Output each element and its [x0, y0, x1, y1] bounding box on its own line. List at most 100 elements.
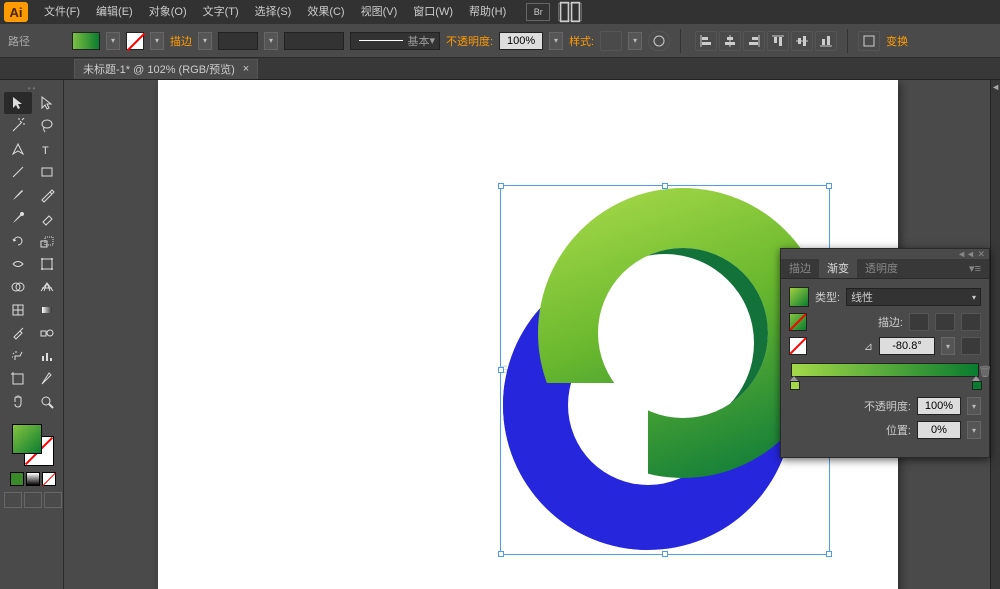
stroke-grad-btn-3[interactable] [961, 313, 981, 331]
gradient-fill-swatch[interactable] [789, 313, 807, 331]
menu-effect[interactable]: 效果(C) [299, 0, 352, 24]
arrange-docs-button[interactable] [558, 3, 582, 21]
zoom-tool[interactable] [33, 391, 61, 413]
mesh-tool[interactable] [4, 299, 32, 321]
angle-dd[interactable] [941, 337, 955, 355]
stroke-grad-btn-1[interactable] [909, 313, 929, 331]
gradient-none-swatch[interactable] [789, 337, 807, 355]
stroke-profile[interactable] [284, 32, 344, 50]
color-mode-none[interactable] [42, 472, 56, 486]
selection-tool[interactable] [4, 92, 32, 114]
delete-stop-icon[interactable]: 🗑 [978, 365, 992, 378]
menu-bar: Ai 文件(F) 编辑(E) 对象(O) 文字(T) 选择(S) 效果(C) 视… [0, 0, 1000, 24]
stop-opacity-input[interactable]: 100% [917, 397, 961, 415]
perspective-grid-tool[interactable] [33, 276, 61, 298]
gradient-tool[interactable] [33, 299, 61, 321]
menu-window[interactable]: 窗口(W) [405, 0, 461, 24]
gradient-ramp[interactable]: 🗑 [791, 363, 979, 377]
stop-opacity-dd[interactable] [967, 397, 981, 415]
align-right[interactable] [743, 31, 765, 51]
stroke-swatch-none[interactable] [126, 32, 144, 50]
isolate-button[interactable] [858, 31, 880, 51]
toolbox-grip[interactable]: •• [4, 84, 61, 92]
stroke-dropdown[interactable] [150, 32, 164, 50]
stroke-weight-step[interactable] [264, 32, 278, 50]
slice-tool[interactable] [33, 368, 61, 390]
stroke-grad-btn-2[interactable] [935, 313, 955, 331]
pencil-tool[interactable] [33, 184, 61, 206]
gradient-preview-swatch[interactable] [789, 287, 809, 307]
menu-object[interactable]: 对象(O) [141, 0, 195, 24]
width-tool[interactable] [4, 253, 32, 275]
stroke-weight-field[interactable] [218, 32, 258, 50]
color-mode-gradient[interactable] [26, 472, 40, 486]
fill-color-box[interactable] [12, 424, 42, 454]
panel-tab-transparency[interactable]: 透明度 [857, 259, 906, 278]
direct-selection-tool[interactable] [33, 92, 61, 114]
panel-tab-stroke[interactable]: 描边 [781, 259, 819, 278]
right-dock[interactable] [990, 80, 1000, 589]
rotate-tool[interactable] [4, 230, 32, 252]
menu-view[interactable]: 视图(V) [353, 0, 406, 24]
fill-swatch[interactable] [72, 32, 100, 50]
toolbox: •• T [2, 80, 64, 589]
menu-type[interactable]: 文字(T) [195, 0, 247, 24]
pen-tool[interactable] [4, 138, 32, 160]
column-graph-tool[interactable] [33, 345, 61, 367]
align-hcenter[interactable] [719, 31, 741, 51]
stop-location-dd[interactable] [967, 421, 981, 439]
eyedropper-tool[interactable] [4, 322, 32, 344]
right-dock-expand-icon[interactable]: ◄ [991, 82, 1000, 92]
close-tab-icon[interactable]: × [243, 63, 249, 75]
align-left[interactable] [695, 31, 717, 51]
document-title: 未标题-1* @ 102% (RGB/预览) [83, 61, 235, 77]
blob-brush-tool[interactable] [4, 207, 32, 229]
gradient-angle-input[interactable]: -80.8° [879, 337, 935, 355]
eraser-tool[interactable] [33, 207, 61, 229]
menu-file[interactable]: 文件(F) [36, 0, 88, 24]
gradient-stop-left[interactable] [790, 376, 798, 388]
style-dd[interactable] [628, 32, 642, 50]
fill-stroke-control[interactable] [12, 424, 54, 466]
document-tab[interactable]: 未标题-1* @ 102% (RGB/预览) × [74, 59, 258, 79]
line-tool[interactable] [4, 161, 32, 183]
align-bottom[interactable] [815, 31, 837, 51]
shape-builder-tool[interactable] [4, 276, 32, 298]
bridge-button[interactable]: Br [526, 3, 550, 21]
stroke-weight-dd[interactable] [198, 32, 212, 50]
aspect-lock[interactable] [961, 337, 981, 355]
menu-select[interactable]: 选择(S) [247, 0, 300, 24]
graphic-style[interactable] [600, 31, 622, 51]
stop-location-label: 位置: [886, 422, 911, 438]
panel-collapse-icon[interactable]: ◄◄ ✕ [781, 249, 989, 259]
opacity-input[interactable]: 100% [499, 32, 543, 50]
fill-dropdown[interactable] [106, 32, 120, 50]
menu-edit[interactable]: 编辑(E) [88, 0, 141, 24]
lasso-tool[interactable] [33, 115, 61, 137]
type-tool[interactable]: T [33, 138, 61, 160]
color-mode-solid[interactable] [10, 472, 24, 486]
menu-help[interactable]: 帮助(H) [461, 0, 514, 24]
gradient-type-select[interactable]: 线性 [846, 288, 981, 306]
align-vcenter[interactable] [791, 31, 813, 51]
free-transform-tool[interactable] [33, 253, 61, 275]
magic-wand-tool[interactable] [4, 115, 32, 137]
scale-tool[interactable] [33, 230, 61, 252]
symbol-sprayer-tool[interactable] [4, 345, 32, 367]
draw-normal[interactable] [4, 492, 22, 508]
recolor-button[interactable] [648, 31, 670, 51]
align-top[interactable] [767, 31, 789, 51]
hand-tool[interactable] [4, 391, 32, 413]
paintbrush-tool[interactable] [4, 184, 32, 206]
opacity-dd[interactable] [549, 32, 563, 50]
panel-menu-icon[interactable]: ▾≡ [961, 259, 989, 278]
rectangle-tool[interactable] [33, 161, 61, 183]
stop-location-input[interactable]: 0% [917, 421, 961, 439]
brush-definition[interactable]: 基本 ▾ [350, 32, 440, 50]
draw-behind[interactable] [24, 492, 42, 508]
transform-label[interactable]: 变换 [886, 33, 908, 49]
blend-tool[interactable] [33, 322, 61, 344]
artboard-tool[interactable] [4, 368, 32, 390]
panel-tab-gradient[interactable]: 渐变 [819, 259, 857, 278]
draw-inside[interactable] [44, 492, 62, 508]
